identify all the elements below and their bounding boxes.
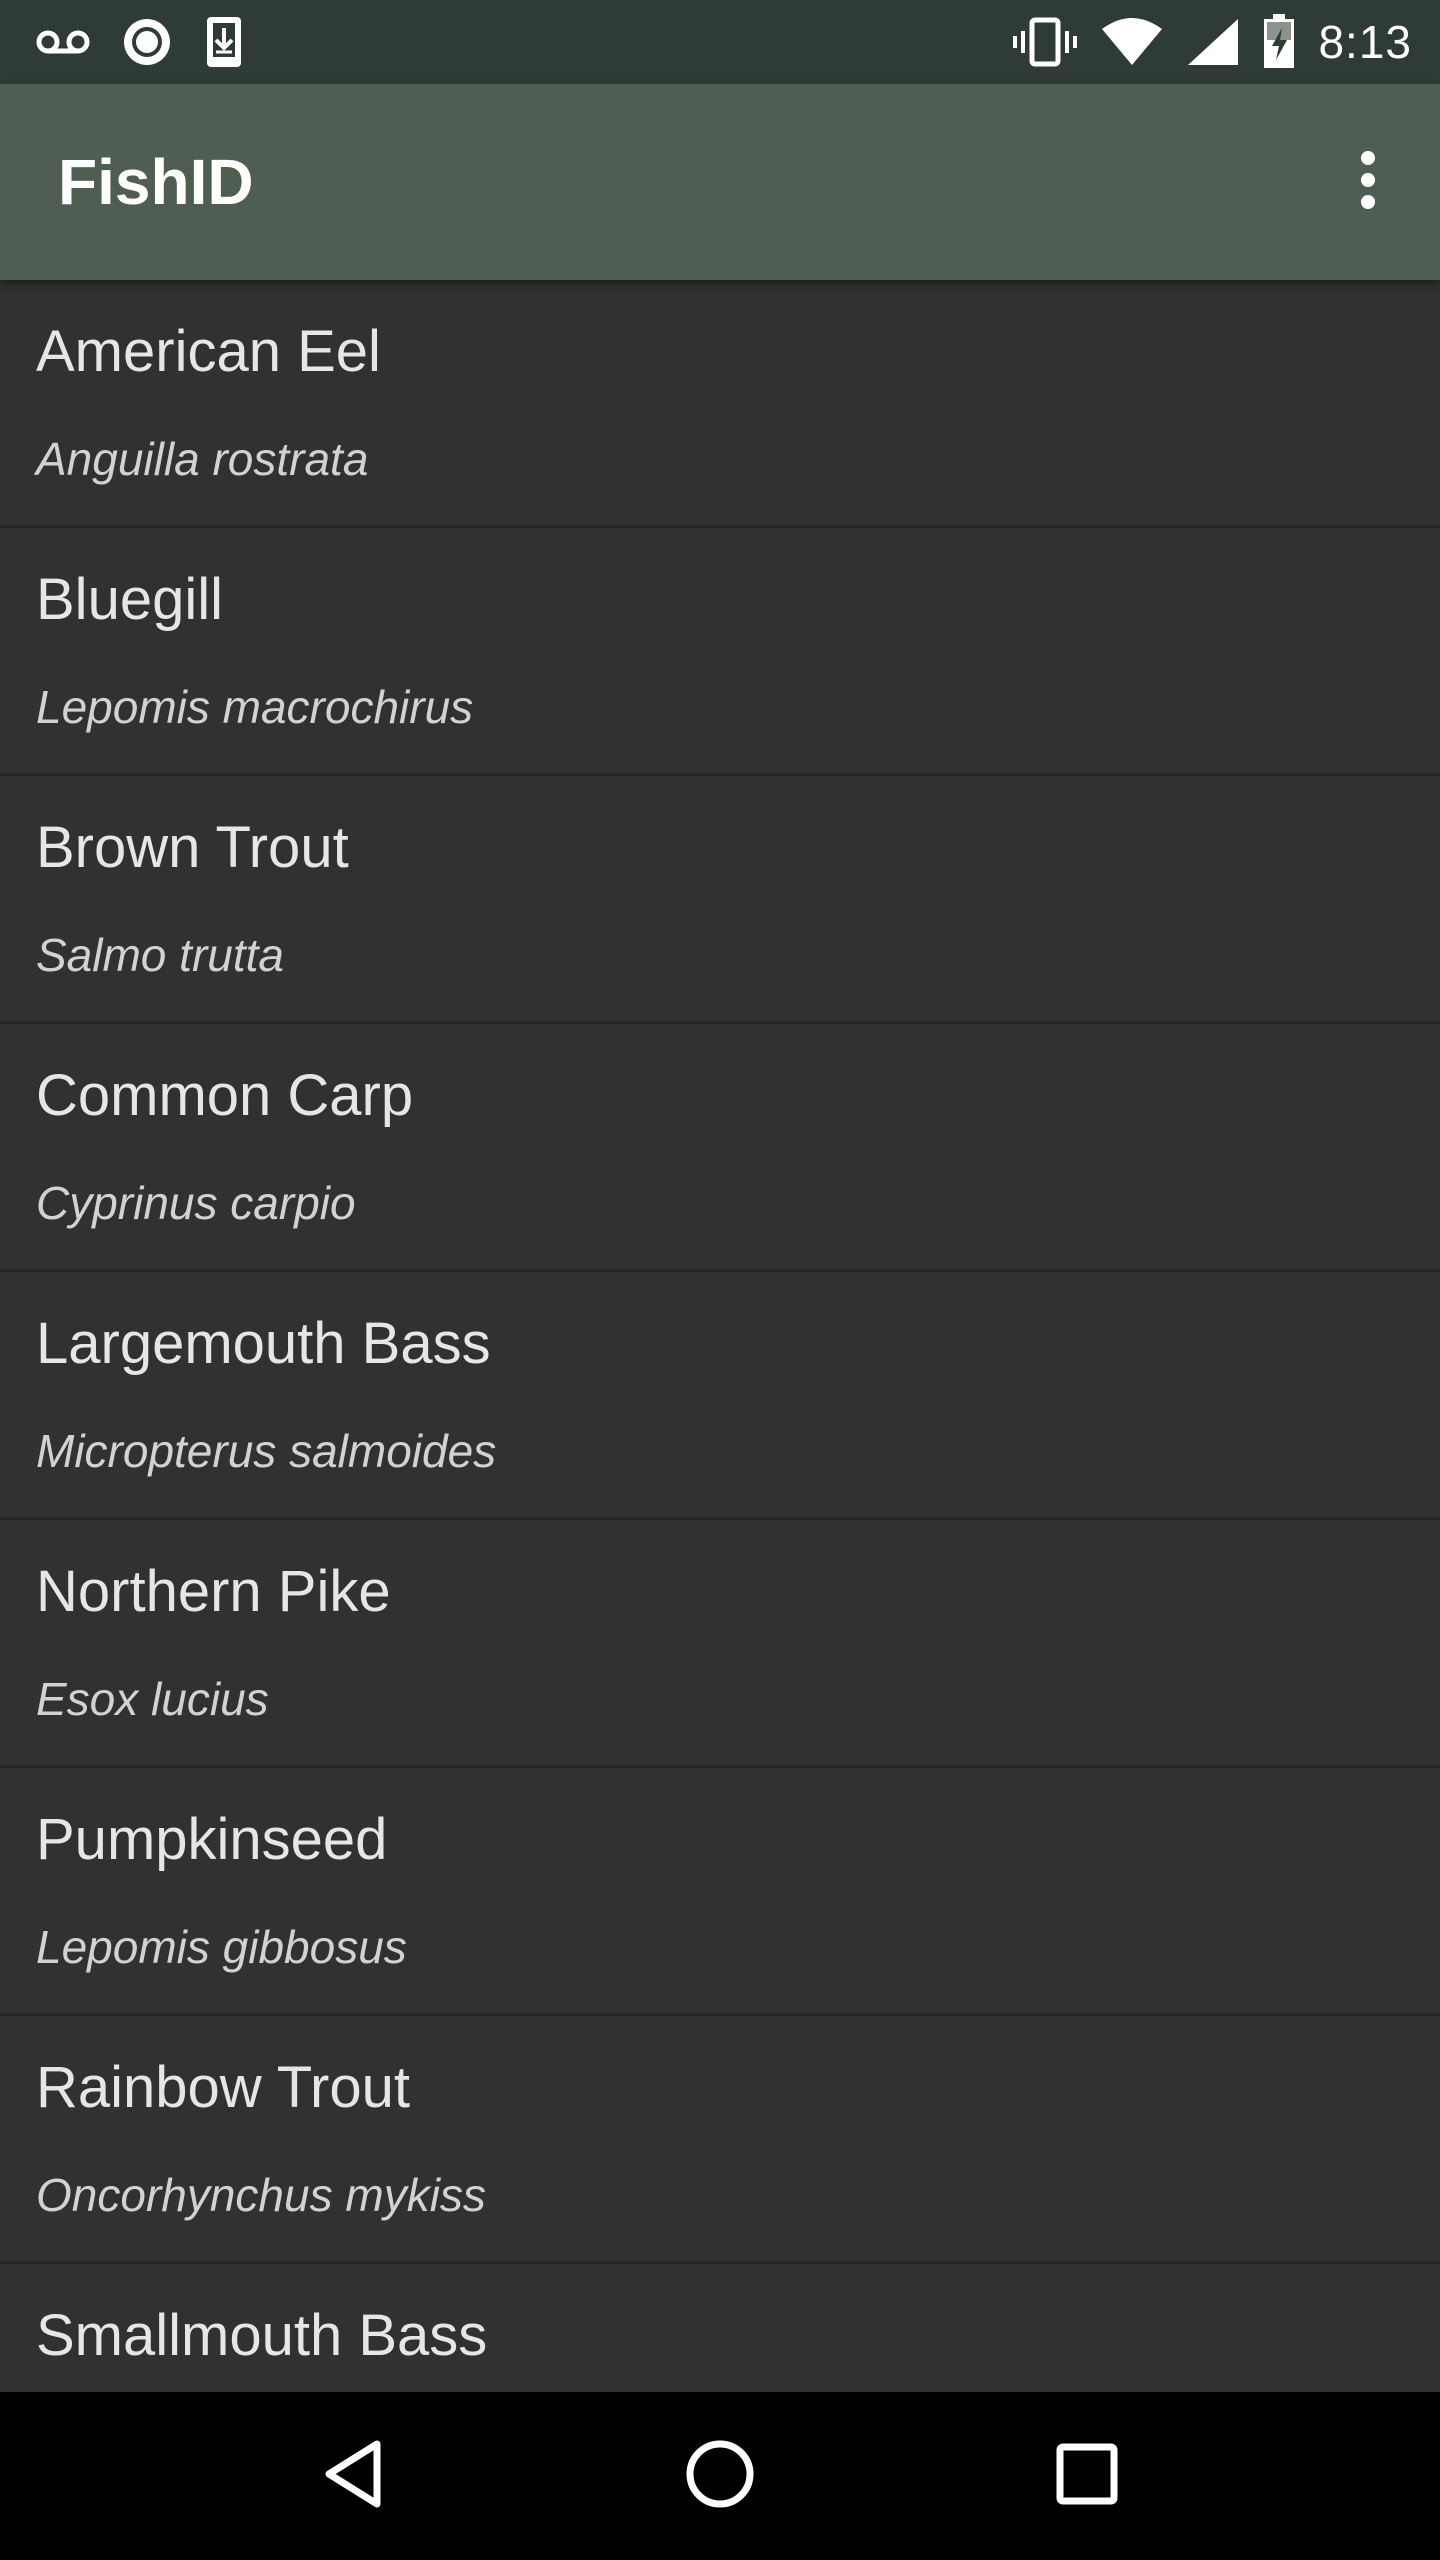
list-item[interactable]: Bluegill Lepomis macrochirus [0, 528, 1440, 776]
record-icon [120, 15, 174, 69]
scientific-name: Esox lucius [36, 1673, 269, 1725]
scientific-name: Oncorhynchus mykiss [36, 2169, 486, 2221]
scientific-name: Anguilla rostrata [36, 433, 369, 485]
recents-button[interactable] [1027, 2416, 1147, 2536]
list-item[interactable]: Rainbow Trout Oncorhynchus mykiss [0, 2016, 1440, 2264]
common-name: Rainbow Trout [36, 2055, 410, 2120]
common-name: Northern Pike [36, 1559, 391, 1624]
common-name: Brown Trout [36, 815, 349, 880]
app-title: FishID [58, 146, 254, 218]
back-icon [321, 2438, 385, 2515]
scientific-name: Salmo trutta [36, 929, 284, 981]
common-name: Largemouth Bass [36, 1311, 491, 1376]
common-name: Bluegill [36, 567, 223, 632]
download-icon [204, 14, 244, 70]
common-name: American Eel [36, 319, 381, 384]
signal-icon [1186, 17, 1240, 67]
common-name: Common Carp [36, 1063, 414, 1128]
back-button[interactable] [293, 2416, 413, 2536]
vibrate-icon [1012, 17, 1078, 67]
common-name: Pumpkinseed [36, 1807, 388, 1872]
status-bar: 8:13 [0, 0, 1440, 84]
battery-charging-icon [1262, 14, 1296, 70]
common-name: Smallmouth Bass [36, 2303, 488, 2368]
more-options-button[interactable] [1320, 134, 1416, 230]
scientific-name: Micropterus salmoides [36, 1425, 497, 1477]
list-item[interactable]: Smallmouth Bass [0, 2264, 1440, 2392]
list-item[interactable]: Largemouth Bass Micropterus salmoides [0, 1272, 1440, 1520]
more-vert-icon [1358, 150, 1378, 215]
app-root: 8:13 FishID American Eel Anguilla rostra… [0, 0, 1440, 2560]
recents-icon [1055, 2442, 1119, 2511]
wifi-icon [1100, 17, 1164, 67]
list-item[interactable]: Pumpkinseed Lepomis gibbosus [0, 1768, 1440, 2016]
status-left-icons [36, 14, 244, 70]
home-icon [684, 2438, 756, 2515]
navigation-bar [0, 2392, 1440, 2560]
app-bar: FishID [0, 84, 1440, 280]
voicemail-icon [36, 27, 90, 57]
status-time: 8:13 [1318, 16, 1412, 68]
scientific-name: Lepomis macrochirus [36, 681, 474, 733]
fish-list: American Eel Anguilla rostrata Bluegill … [0, 280, 1440, 2392]
list-item[interactable]: Brown Trout Salmo trutta [0, 776, 1440, 1024]
home-button[interactable] [660, 2416, 780, 2536]
status-right-icons: 8:13 [1012, 14, 1412, 70]
scientific-name: Cyprinus carpio [36, 1177, 356, 1229]
list-item[interactable]: Northern Pike Esox lucius [0, 1520, 1440, 1768]
list-item[interactable]: American Eel Anguilla rostrata [0, 280, 1440, 528]
list-item[interactable]: Common Carp Cyprinus carpio [0, 1024, 1440, 1272]
scientific-name: Lepomis gibbosus [36, 1921, 407, 1973]
